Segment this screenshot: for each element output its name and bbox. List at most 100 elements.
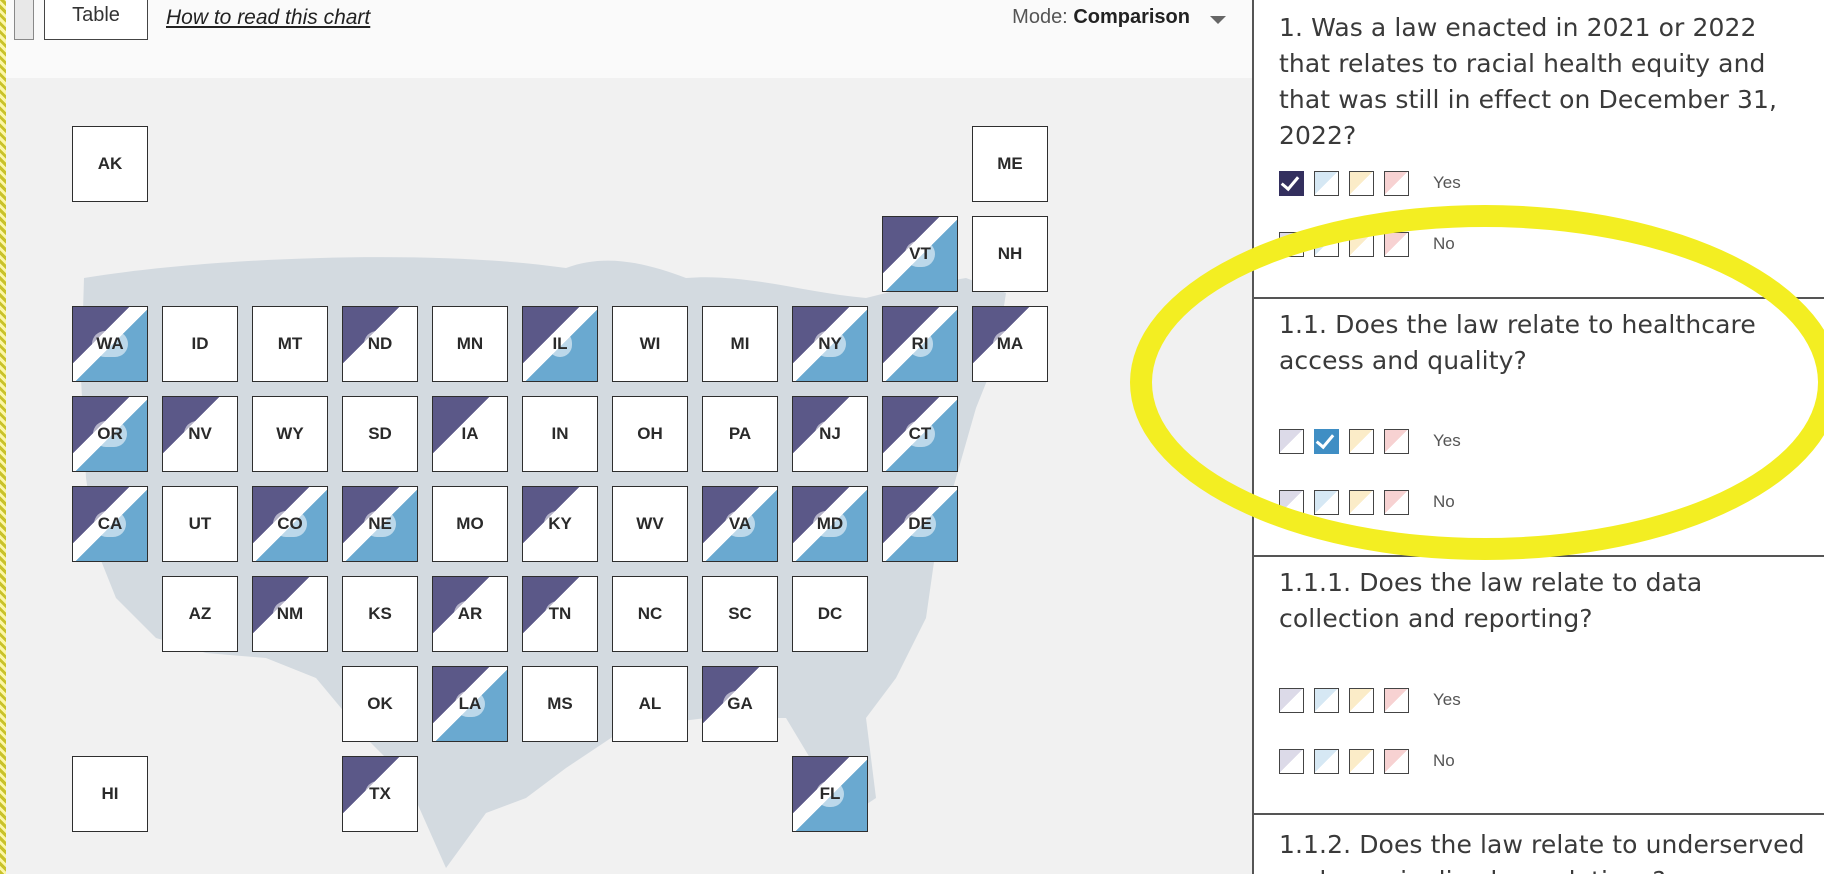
state-abbreviation: RI xyxy=(907,331,933,357)
state-tile-ar[interactable]: AR xyxy=(432,576,508,652)
state-tile-md[interactable]: MD xyxy=(792,486,868,562)
state-tile-ct[interactable]: CT xyxy=(882,396,958,472)
state-tile-de[interactable]: DE xyxy=(882,486,958,562)
filter-checkbox-data[interactable] xyxy=(1349,231,1374,257)
state-tile-nh[interactable]: NH xyxy=(972,216,1048,292)
state-tile-tn[interactable]: TN xyxy=(522,576,598,652)
state-tile-ma[interactable]: MA xyxy=(972,306,1048,382)
state-tile-mi[interactable]: MI xyxy=(702,306,778,382)
filter-checkbox-underserved[interactable] xyxy=(1384,231,1409,257)
state-tile-fl[interactable]: FL xyxy=(792,756,868,832)
filter-checkbox-data[interactable] xyxy=(1349,489,1374,515)
state-tile-al[interactable]: AL xyxy=(612,666,688,742)
state-tile-il[interactable]: IL xyxy=(522,306,598,382)
state-tile-az[interactable]: AZ xyxy=(162,576,238,652)
filter-checkbox-data[interactable] xyxy=(1349,170,1374,196)
state-tile-ga[interactable]: GA xyxy=(702,666,778,742)
state-tile-ok[interactable]: OK xyxy=(342,666,418,742)
state-tile-ri[interactable]: RI xyxy=(882,306,958,382)
option-row-yes: Yes xyxy=(1279,427,1461,455)
state-tile-wi[interactable]: WI xyxy=(612,306,688,382)
state-tile-mt[interactable]: MT xyxy=(252,306,328,382)
option-row-yes: Yes xyxy=(1279,169,1461,197)
state-tile-ky[interactable]: KY xyxy=(522,486,598,562)
state-abbreviation: NH xyxy=(997,244,1023,263)
state-abbreviation: AR xyxy=(453,601,487,627)
state-tile-dc[interactable]: DC xyxy=(792,576,868,652)
state-tile-wa[interactable]: WA xyxy=(72,306,148,382)
chevron-down-icon[interactable] xyxy=(1210,16,1226,24)
state-tile-vt[interactable]: VT xyxy=(882,216,958,292)
table-view-button[interactable]: Table xyxy=(44,0,148,40)
state-tile-or[interactable]: OR xyxy=(72,396,148,472)
state-tile-ks[interactable]: KS xyxy=(342,576,418,652)
filter-checkbox-access[interactable] xyxy=(1314,170,1339,196)
state-tile-nd[interactable]: ND xyxy=(342,306,418,382)
state-abbreviation: MS xyxy=(547,694,573,713)
state-tile-ut[interactable]: UT xyxy=(162,486,238,562)
state-tile-label: DC xyxy=(793,577,867,651)
state-tile-mo[interactable]: MO xyxy=(432,486,508,562)
state-abbreviation: CO xyxy=(273,511,307,537)
state-tile-ne[interactable]: NE xyxy=(342,486,418,562)
state-tile-label: OR xyxy=(73,397,147,471)
option-label: Yes xyxy=(1433,173,1461,192)
state-tile-label: FL xyxy=(793,757,867,831)
state-tile-sc[interactable]: SC xyxy=(702,576,778,652)
how-to-read-link[interactable]: How to read this chart xyxy=(166,6,370,30)
state-tile-nc[interactable]: NC xyxy=(612,576,688,652)
state-tile-nm[interactable]: NM xyxy=(252,576,328,652)
filter-checkbox-enacted[interactable] xyxy=(1279,428,1304,454)
filter-checkbox-data[interactable] xyxy=(1349,748,1374,774)
map-view-toggle[interactable] xyxy=(14,0,34,40)
state-tile-nv[interactable]: NV xyxy=(162,396,238,472)
state-tile-label: OH xyxy=(613,397,687,471)
state-tile-va[interactable]: VA xyxy=(702,486,778,562)
state-abbreviation: HI xyxy=(101,784,119,803)
filter-checkbox-enacted[interactable] xyxy=(1279,748,1304,774)
filter-checkbox-enacted[interactable] xyxy=(1279,687,1304,713)
filter-checkbox-access[interactable] xyxy=(1314,687,1339,713)
state-tile-la[interactable]: LA xyxy=(432,666,508,742)
state-tile-in[interactable]: IN xyxy=(522,396,598,472)
filter-checkbox-underserved[interactable] xyxy=(1384,748,1409,774)
state-abbreviation: VT xyxy=(905,241,935,267)
state-tile-label: AR xyxy=(433,577,507,651)
state-tile-ca[interactable]: CA xyxy=(72,486,148,562)
filter-checkbox-access[interactable] xyxy=(1314,748,1339,774)
state-tile-wv[interactable]: WV xyxy=(612,486,688,562)
filter-checkbox-access[interactable] xyxy=(1314,231,1339,257)
question-1-1-text: 1.1. Does the law relate to healthcare a… xyxy=(1279,310,1756,375)
filter-checkbox-underserved[interactable] xyxy=(1384,170,1409,196)
filter-checkbox-data[interactable] xyxy=(1349,428,1374,454)
state-tile-ms[interactable]: MS xyxy=(522,666,598,742)
filter-checkbox-enacted[interactable] xyxy=(1279,489,1304,515)
state-tile-co[interactable]: CO xyxy=(252,486,328,562)
state-tile-oh[interactable]: OH xyxy=(612,396,688,472)
state-tile-ny[interactable]: NY xyxy=(792,306,868,382)
state-tile-pa[interactable]: PA xyxy=(702,396,778,472)
filter-checkbox-enacted[interactable] xyxy=(1279,231,1304,257)
filter-checkbox-underserved[interactable] xyxy=(1384,428,1409,454)
question-1-text: 1. Was a law enacted in 2021 or 2022 tha… xyxy=(1279,13,1778,150)
state-tile-label: UT xyxy=(163,487,237,561)
state-tile-tx[interactable]: TX xyxy=(342,756,418,832)
state-tile-nj[interactable]: NJ xyxy=(792,396,868,472)
state-tile-me[interactable]: ME xyxy=(972,126,1048,202)
state-tile-ak[interactable]: AK xyxy=(72,126,148,202)
filter-checkbox-data[interactable] xyxy=(1349,687,1374,713)
state-tile-ia[interactable]: IA xyxy=(432,396,508,472)
state-tile-wy[interactable]: WY xyxy=(252,396,328,472)
state-tile-label: AZ xyxy=(163,577,237,651)
state-tile-sd[interactable]: SD xyxy=(342,396,418,472)
filter-checkbox-access[interactable] xyxy=(1314,428,1339,454)
filter-checkbox-access[interactable] xyxy=(1314,489,1339,515)
state-tile-hi[interactable]: HI xyxy=(72,756,148,832)
state-tile-label: VT xyxy=(883,217,957,291)
filter-checkbox-enacted[interactable] xyxy=(1279,170,1304,196)
state-tile-id[interactable]: ID xyxy=(162,306,238,382)
filter-checkbox-underserved[interactable] xyxy=(1384,687,1409,713)
mode-select[interactable]: Mode: Comparison xyxy=(1012,6,1190,29)
state-tile-mn[interactable]: MN xyxy=(432,306,508,382)
filter-checkbox-underserved[interactable] xyxy=(1384,489,1409,515)
